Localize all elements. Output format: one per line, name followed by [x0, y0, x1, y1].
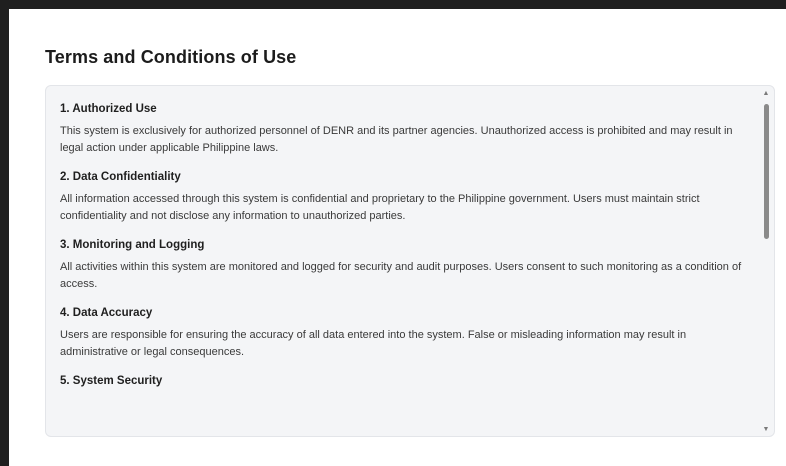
terms-section-authorized-use: 1. Authorized Use This system is exclusi…: [60, 102, 750, 157]
vertical-scrollbar[interactable]: ▲ ▼: [760, 86, 772, 436]
section-heading: 1. Authorized Use: [60, 103, 157, 115]
section-heading: 2. Data Confidentiality: [60, 171, 181, 183]
section-body: Users are responsible for ensuring the a…: [60, 329, 687, 358]
terms-content: 1. Authorized Use This system is exclusi…: [60, 102, 750, 401]
section-body: This system is exclusively for authorize…: [60, 125, 733, 154]
scroll-up-icon[interactable]: ▲: [760, 88, 772, 98]
section-body: All activities within this system are mo…: [60, 261, 742, 290]
terms-section-data-accuracy: 4. Data Accuracy Users are responsible f…: [60, 306, 750, 361]
page-title: Terms and Conditions of Use: [45, 47, 297, 67]
section-heading: 4. Data Accuracy: [60, 307, 153, 319]
terms-section-monitoring-logging: 3. Monitoring and Logging All activities…: [60, 238, 750, 293]
terms-section-data-confidentiality: 2. Data Confidentiality All information …: [60, 170, 750, 225]
terms-scroll-panel[interactable]: 1. Authorized Use This system is exclusi…: [45, 85, 775, 437]
section-heading: 3. Monitoring and Logging: [60, 239, 205, 251]
terms-section-system-security: 5. System Security: [60, 374, 750, 388]
scroll-thumb[interactable]: [764, 104, 769, 239]
scroll-down-icon[interactable]: ▼: [760, 424, 772, 434]
terms-window: Terms and Conditions of Use 1. Authorize…: [9, 9, 786, 466]
section-body: All information accessed through this sy…: [60, 193, 700, 222]
section-heading: 5. System Security: [60, 375, 163, 387]
